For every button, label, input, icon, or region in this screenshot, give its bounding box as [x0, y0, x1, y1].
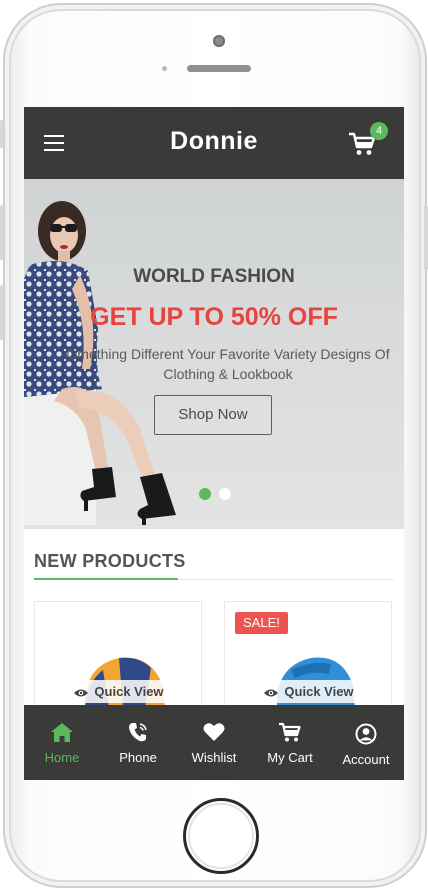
cart-icon — [279, 722, 301, 742]
nav-account-label: Account — [342, 752, 390, 767]
home-icon — [51, 723, 73, 742]
quick-view-button[interactable]: Quick View — [225, 680, 391, 703]
nav-my-cart[interactable]: My Cart — [252, 705, 328, 780]
phone-icon — [129, 723, 147, 742]
earpiece-speaker — [187, 65, 251, 72]
hero-banner: WORLD FASHION GET UP TO 50% OFF Omething… — [24, 179, 404, 529]
phone-home-button[interactable] — [183, 798, 259, 874]
shop-now-button[interactable]: Shop Now — [154, 395, 272, 435]
nav-wishlist[interactable]: Wishlist — [176, 705, 252, 780]
bottom-navigation: Home Phone Wishlist My Cart Account — [24, 705, 404, 780]
phone-volume-up — [0, 205, 4, 260]
user-circle-icon — [355, 723, 377, 745]
quick-view-label: Quick View — [94, 684, 164, 699]
top-app-bar: Donnie 4 — [24, 107, 404, 179]
app-screen: Donnie 4 WORLD FASHION GET UP TO 50% OFF… — [24, 107, 404, 780]
front-camera — [213, 35, 225, 47]
hero-title: WORLD FASHION — [133, 266, 295, 287]
cart-count-badge: 4 — [370, 122, 388, 140]
eye-icon — [74, 689, 89, 697]
eye-icon — [264, 689, 279, 697]
proximity-sensor — [162, 66, 167, 71]
phone-power-button — [424, 205, 428, 270]
phone-volume-down — [0, 285, 4, 340]
nav-wishlist-label: Wishlist — [191, 750, 237, 765]
quick-view-label: Quick View — [284, 684, 354, 699]
nav-home-label: Home — [44, 750, 80, 765]
nav-account[interactable]: Account — [328, 705, 404, 780]
hero-description: Omething Different Your Favorite Variety… — [66, 346, 390, 382]
nav-home[interactable]: Home — [24, 705, 100, 780]
section-accent-line — [34, 578, 178, 580]
nav-my-cart-label: My Cart — [267, 750, 313, 765]
slider-dot[interactable] — [219, 488, 231, 500]
app-brand-title: Donnie — [170, 127, 258, 155]
slider-dot-active[interactable] — [199, 488, 211, 500]
sale-badge: SALE! — [235, 612, 288, 634]
phone-mute-switch — [0, 120, 4, 148]
hero-sale-text: GET UP TO 50% OFF — [90, 303, 338, 331]
heart-icon — [203, 723, 225, 741]
section-title-new-products: NEW PRODUCTS — [34, 551, 186, 571]
nav-phone[interactable]: Phone — [100, 705, 176, 780]
nav-phone-label: Phone — [119, 750, 157, 765]
quick-view-button[interactable]: Quick View — [35, 680, 201, 703]
